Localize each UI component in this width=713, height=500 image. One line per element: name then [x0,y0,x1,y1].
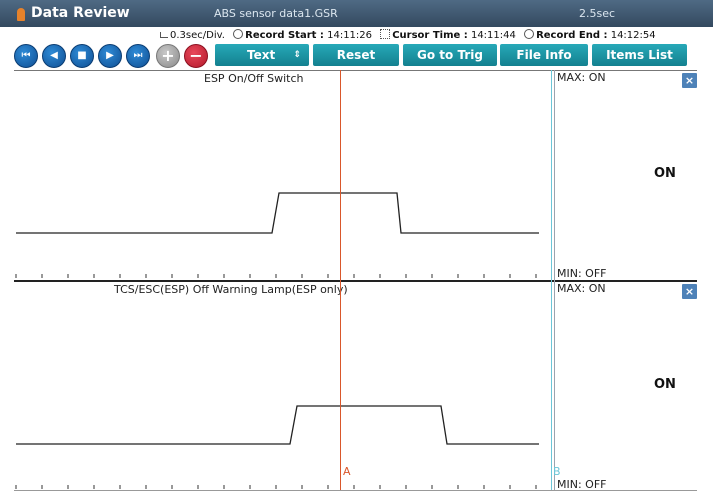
time-division: 0.3sec/Div. [170,30,225,41]
current-value: ON [654,166,676,181]
signal-trace [16,405,539,445]
stop-button[interactable]: ■ [70,44,94,68]
cursor-b-label: B [553,465,561,478]
window-title: Data Review [31,5,130,21]
items-list-button[interactable]: Items List [592,44,687,66]
display-mode-value: Text [247,48,276,62]
record-end-value: 14:12:54 [610,30,656,41]
go-to-trig-button[interactable]: Go to Trig [403,44,497,66]
max-label: MAX: ON [557,71,606,84]
bottom-border [14,490,697,491]
display-mode-select[interactable]: Text ⇕ [215,44,309,66]
close-icon[interactable]: × [682,73,697,88]
signal-title: ESP On/Off Switch [204,72,304,85]
file-info-button[interactable]: File Info [500,44,588,66]
record-start-label: Record Start : [245,30,324,41]
reset-min-max-button[interactable]: Reset Min.Max [313,44,399,84]
signal-trace [16,192,539,234]
signal-panel-esp-switch: ESP On/Off Switch MAX: ON MIN: OFF ON × [14,70,697,281]
max-label: MAX: ON [557,282,606,295]
last-frame-button[interactable]: ⏭ [126,44,150,68]
app-logo-icon [17,8,25,21]
time-axis-ticks [15,485,537,489]
next-frame-button[interactable]: ▶ [98,44,122,68]
cursor-time-value: 14:11:44 [470,30,516,41]
first-frame-button[interactable]: ⏮ [14,44,38,68]
signal-title: TCS/ESC(ESP) Off Warning Lamp(ESP only) [114,283,348,296]
cursor-a-label: A [343,465,351,478]
spinner-arrows-icon: ⇕ [293,50,301,60]
signal-graph-warning-lamp[interactable] [14,282,697,492]
record-duration: 2.5sec [579,7,616,20]
cursor-time-label: Cursor Time : [392,30,468,41]
min-label: MIN: OFF [557,267,607,280]
record-info-bar: 0.3sec/Div. Record Start : 14:11:26 Curs… [160,29,708,43]
time-division-icon [160,32,168,38]
current-value: ON [654,377,676,392]
cursor-a-line[interactable] [340,70,341,490]
record-end-label: Record End : [536,30,608,41]
title-bar: Data Review ABS sensor data1.GSR 2.5sec [0,0,713,27]
crosshair-icon [380,29,391,39]
clock-icon [233,29,244,39]
cursor-b-line[interactable] [551,70,552,490]
file-name: ABS sensor data1.GSR [214,7,338,20]
record-start-value: 14:11:26 [327,30,373,41]
signal-panel-warning-lamp: TCS/ESC(ESP) Off Warning Lamp(ESP only) … [14,280,697,492]
data-review-window: Data Review ABS sensor data1.GSR 2.5sec … [0,0,713,500]
clock-icon [524,29,535,39]
signal-graph-esp-switch[interactable] [14,71,697,281]
zoom-in-button[interactable]: + [156,44,180,68]
zoom-out-button[interactable]: − [184,44,208,68]
time-axis-ticks [15,274,537,278]
close-icon[interactable]: × [682,284,697,299]
previous-frame-button[interactable]: ◀ [42,44,66,68]
value-divider [554,70,555,490]
